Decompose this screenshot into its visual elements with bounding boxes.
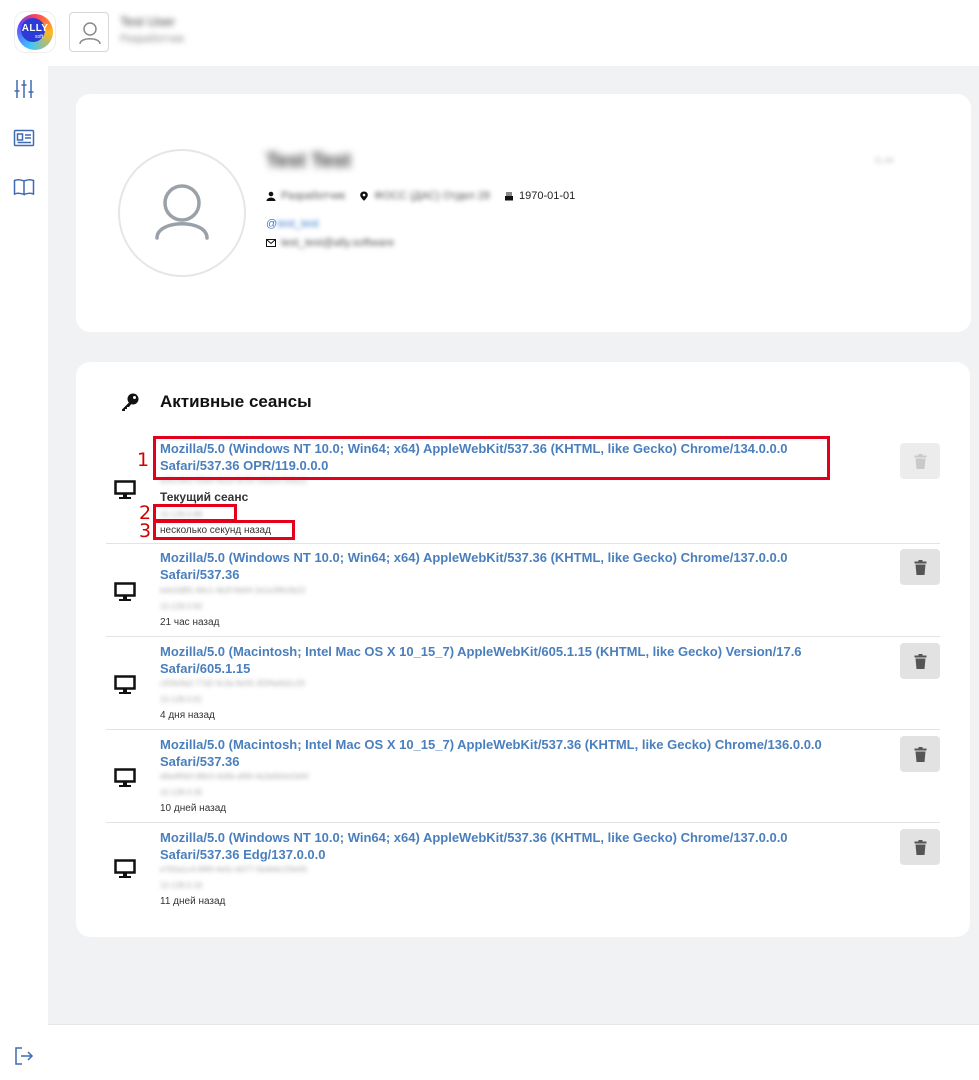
monitor-icon (114, 582, 136, 601)
session-item: Mozilla/5.0 (Windows NT 10.0; Win64; x64… (106, 544, 940, 637)
session-ip: 10.128.0.92 (160, 602, 203, 611)
session-user-agent[interactable]: Mozilla/5.0 (Windows NT 10.0; Win64; x64… (160, 829, 840, 863)
profile-birthdate: 1970-01-01 (519, 190, 576, 202)
profile-name: Test Test (266, 150, 351, 172)
app-logo[interactable]: ALLY soft (15, 12, 55, 52)
header-avatar[interactable] (69, 12, 109, 52)
logout-icon[interactable] (14, 1046, 34, 1066)
profile-corner-info: 11.44 (874, 156, 894, 165)
monitor-icon (114, 768, 136, 787)
trash-icon (914, 653, 926, 669)
handle-value: test_test (277, 218, 319, 230)
location-pin-icon (360, 191, 368, 201)
trash-icon (914, 559, 926, 575)
monitor-icon (114, 675, 136, 694)
delete-session-button[interactable] (900, 443, 940, 479)
current-session-label: Текущий сеанс (160, 490, 249, 504)
sidebar (0, 66, 48, 1080)
session-user-agent[interactable]: Mozilla/5.0 (Macintosh; Intel Mac OS X 1… (160, 643, 840, 677)
session-last-active: 10 дней назад (160, 803, 227, 814)
main-content: Test Test 11.44 Разработчик ФОСС (ДАС) О… (48, 66, 979, 1024)
annotation-box-3 (153, 520, 295, 540)
session-item: Mozilla/5.0 (Windows NT 10.0; Win64; x64… (106, 823, 940, 923)
logo-text: ALLY (21, 23, 49, 34)
session-ip: 10.128.0.61 (160, 695, 203, 704)
footer-divider (48, 1024, 979, 1025)
header-user-name: Test User (120, 14, 175, 29)
key-icon (122, 393, 139, 411)
user-icon (79, 22, 101, 45)
logo-subtext: soft (35, 34, 44, 40)
person-icon (266, 191, 276, 201)
monitor-icon (114, 480, 136, 499)
session-ip: 10.128.0.16 (160, 881, 203, 890)
session-user-agent[interactable]: Mozilla/5.0 (Macintosh; Intel Mac OS X 1… (160, 736, 880, 770)
top-header: ALLY soft Test User Разработчик (0, 0, 979, 66)
session-user-agent[interactable]: Mozilla/5.0 (Windows NT 10.0; Win64; x64… (160, 549, 840, 583)
profile-role: Разработчик (281, 190, 346, 202)
cake-icon (505, 192, 513, 201)
profile-handle[interactable]: @test_test (266, 218, 319, 230)
monitor-icon (114, 859, 136, 878)
session-id: d6a4f0b3-88e3-4d4b-af66-4a3a5b0e2d44 (160, 772, 309, 781)
sliders-icon[interactable] (13, 78, 35, 100)
session-id: c5f3e9a2-77d2-4c3a-9e55-3f2f4a9d1c33 (160, 679, 306, 688)
session-last-active: 11 дней назад (160, 896, 226, 907)
delete-session-button[interactable] (900, 829, 940, 865)
delete-session-button[interactable] (900, 643, 940, 679)
handle-prefix: @ (266, 218, 278, 230)
trash-icon (914, 453, 926, 469)
profile-location: ФОСС (ДАС) Отдел 28 (374, 190, 490, 202)
email-value: test_test@ally.software (281, 237, 395, 249)
id-card-icon[interactable] (13, 127, 35, 149)
profile-email: test_test@ally.software (266, 237, 394, 249)
annotation-number-1: 1 (137, 449, 150, 471)
session-item: Mozilla/5.0 (Macintosh; Intel Mac OS X 1… (106, 637, 940, 730)
profile-info-row: Разработчик ФОСС (ДАС) Отдел 28 1970-01-… (266, 188, 575, 204)
sessions-title: Активные сеансы (160, 392, 312, 411)
delete-session-button[interactable] (900, 549, 940, 585)
session-last-active: 21 час назад (160, 617, 220, 628)
session-item: Mozilla/5.0 (Macintosh; Intel Mac OS X 1… (106, 730, 940, 823)
session-id: b4e2d8f1-66c1-4b2f-8d44-2e1e3f8c0b22 (160, 586, 306, 595)
session-ip: 10.128.0.35 (160, 788, 203, 797)
session-last-active: 4 дня назад (160, 710, 215, 721)
book-icon[interactable] (13, 176, 35, 198)
mail-icon (266, 239, 276, 247)
session-id: e7b5a1c4-99f4-4e5c-b077-5b4b6c1f3e55 (160, 865, 308, 874)
profile-card: Test Test 11.44 Разработчик ФОСС (ДАС) О… (76, 94, 971, 332)
annotation-box-1 (153, 436, 830, 480)
profile-avatar[interactable] (118, 149, 246, 277)
annotation-number-3: 3 (139, 520, 152, 542)
header-user-role: Разработчик (120, 33, 185, 45)
trash-icon (914, 746, 926, 762)
delete-session-button[interactable] (900, 736, 940, 772)
trash-icon (914, 839, 926, 855)
user-icon (155, 184, 209, 240)
